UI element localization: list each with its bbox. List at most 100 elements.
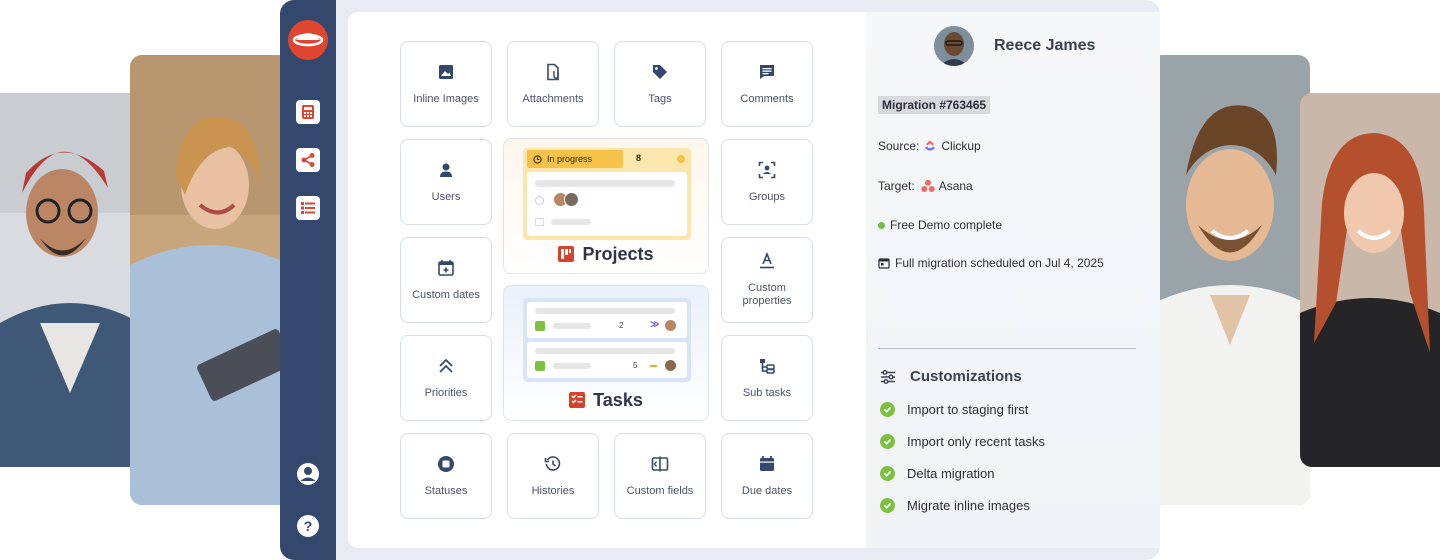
status-dot xyxy=(878,221,885,229)
calculator-icon[interactable] xyxy=(296,100,320,124)
customization-item: Import only recent tasks xyxy=(880,434,1045,449)
tag-icon xyxy=(653,64,667,79)
svg-text:?: ? xyxy=(304,518,313,534)
task-row: 2 ≫ xyxy=(527,302,687,338)
tile-label: Inline Images xyxy=(413,92,479,105)
schedule-text: Full migration scheduled on Jul 4, 2025 xyxy=(895,256,1104,270)
tile-comments[interactable]: Comments xyxy=(721,41,813,127)
chevrons-up-icon xyxy=(439,358,453,373)
tile-statuses[interactable]: Statuses xyxy=(400,433,492,519)
main-panel: Inline Images Attachments Tags Comments … xyxy=(348,12,1160,548)
tile-label: Statuses xyxy=(424,484,468,497)
avatar xyxy=(665,360,676,371)
asana-logo-icon xyxy=(920,179,935,192)
source-row: Source: Clickup xyxy=(878,139,981,153)
tile-groups[interactable]: Groups xyxy=(721,139,813,225)
tile-label: Comments xyxy=(740,92,794,105)
tile-label: Priorities xyxy=(424,386,468,399)
task-row: 5 xyxy=(527,342,687,378)
customization-label: Import only recent tasks xyxy=(907,434,1045,449)
check-circle-icon xyxy=(880,434,895,449)
app-window: ? Inline Images Attachments Tags Comment… xyxy=(280,0,1160,560)
tile-label: Sub tasks xyxy=(742,386,792,399)
user-header: Reece James xyxy=(934,26,1095,66)
tile-label: Attachments xyxy=(522,92,584,105)
tile-priorities[interactable]: Priorities xyxy=(400,335,492,421)
tile-label: Users xyxy=(431,190,461,203)
tile-attachments[interactable]: Attachments xyxy=(507,41,599,127)
avatar xyxy=(934,26,974,66)
person-photo-right-outer xyxy=(1300,93,1440,467)
customization-label: Import to staging first xyxy=(907,402,1029,417)
check-circle-icon xyxy=(880,402,895,417)
avatar xyxy=(665,320,676,331)
source-name: Clickup xyxy=(941,139,981,153)
task-count: 2 xyxy=(619,321,624,330)
tile-tags[interactable]: Tags xyxy=(614,41,706,127)
clickup-logo-icon xyxy=(925,140,936,151)
priority-icon: ≫ xyxy=(650,319,660,329)
tile-label: Due dates xyxy=(741,484,793,497)
target-row: Target: Asana xyxy=(878,179,973,193)
schedule-row: Full migration scheduled on Jul 4, 2025 xyxy=(878,256,1104,270)
tile-label: Histories xyxy=(531,484,575,497)
migration-details-panel: Reece James Migration #763465 Source: Cl… xyxy=(866,12,1160,548)
check-circle-icon xyxy=(880,498,895,513)
tasks-preview: 2 ≫ 5 xyxy=(523,298,691,382)
history-icon xyxy=(544,455,561,471)
demo-status-text: Free Demo complete xyxy=(890,218,1003,232)
attachment-file-icon xyxy=(547,63,559,80)
task-list-icon xyxy=(569,392,586,408)
user-icon xyxy=(440,163,452,177)
migration-id-badge: Migration #763465 xyxy=(878,96,991,114)
help-icon[interactable]: ? xyxy=(296,514,320,538)
tile-custom-dates[interactable]: Custom dates xyxy=(400,237,492,323)
tile-label: Custom dates xyxy=(412,288,480,301)
projects-title: Projects xyxy=(504,244,708,265)
image-icon xyxy=(439,64,453,79)
target-label: Target: xyxy=(878,179,915,193)
app-logo-icon[interactable] xyxy=(288,20,328,60)
projects-card[interactable]: In progress 8 Projects xyxy=(503,138,709,274)
comment-icon xyxy=(760,64,774,79)
tile-label: Tags xyxy=(648,92,672,105)
customization-label: Migrate inline images xyxy=(907,498,1030,513)
customization-label: Delta migration xyxy=(907,466,995,481)
tile-custom-properties[interactable]: Custom properties xyxy=(721,237,813,323)
tile-due-dates[interactable]: Due dates xyxy=(721,433,813,519)
task-count: 5 xyxy=(633,361,638,370)
tile-label: Groups xyxy=(748,190,786,203)
source-label: Source: xyxy=(878,139,920,153)
calendar-icon xyxy=(760,455,774,471)
demo-status-row: Free Demo complete xyxy=(878,218,1002,232)
priority-medium-icon xyxy=(650,365,657,367)
projects-title-text: Projects xyxy=(582,244,654,264)
tile-inline-images[interactable]: Inline Images xyxy=(400,41,492,127)
customizations-title: Customizations xyxy=(910,368,1022,385)
person-photo-right-inner xyxy=(1150,55,1310,505)
share-icon[interactable] xyxy=(296,148,320,172)
check-circle-icon xyxy=(880,466,895,481)
person-photo-left-inner xyxy=(130,55,290,505)
calendar-icon xyxy=(878,258,890,269)
sliders-icon xyxy=(881,369,895,384)
project-count: 8 xyxy=(636,153,642,163)
text-property-icon xyxy=(760,252,774,269)
tasks-card[interactable]: 2 ≫ 5 Tasks xyxy=(503,285,709,421)
status-chip-label: In progress xyxy=(547,154,593,164)
status-dot xyxy=(677,155,685,163)
subtask-tree-icon xyxy=(760,358,775,374)
user-account-icon[interactable] xyxy=(296,462,320,486)
stop-circle-icon xyxy=(438,455,454,472)
tile-histories[interactable]: Histories xyxy=(507,433,599,519)
tile-users[interactable]: Users xyxy=(400,139,492,225)
list-icon[interactable] xyxy=(296,196,320,220)
divider xyxy=(878,348,1136,349)
group-icon xyxy=(758,161,776,178)
board-icon xyxy=(558,246,575,262)
tile-sub-tasks[interactable]: Sub tasks xyxy=(721,335,813,421)
customization-item: Import to staging first xyxy=(880,402,1028,417)
target-name: Asana xyxy=(938,179,973,193)
tile-custom-fields[interactable]: Custom fields xyxy=(614,433,706,519)
customization-item: Delta migration xyxy=(880,466,994,481)
